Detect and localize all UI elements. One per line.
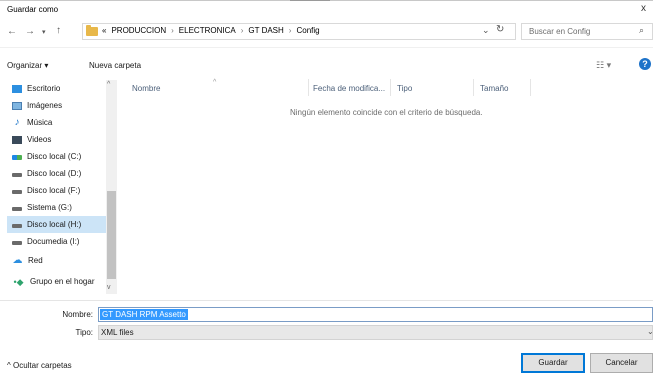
column-header-tipo[interactable]: Tipo	[397, 84, 412, 93]
nav-item-label: Escritorio	[27, 84, 61, 93]
nav-item-disco-h[interactable]: Disco local (H:)	[7, 216, 111, 233]
scroll-down-icon[interactable]: v	[107, 284, 111, 291]
folder-icon	[86, 25, 98, 36]
breadcrumb-separator-icon: ›	[240, 26, 244, 35]
chevron-down-icon[interactable]: ⌄	[647, 327, 653, 336]
view-options-icon[interactable]: ☷ ▾	[596, 60, 611, 71]
nav-item-label: Disco local (F:)	[27, 186, 81, 195]
save-button[interactable]: Guardar	[521, 353, 585, 373]
file-name-label: Nombre:	[62, 310, 93, 319]
breadcrumb-item-electronica[interactable]: ELECTRONICA	[179, 26, 236, 35]
nav-item-label: Sistema (G:)	[27, 203, 72, 212]
breadcrumb: « PRODUCCION › ELECTRONICA › GT DASH › C…	[102, 26, 320, 35]
column-divider[interactable]	[308, 79, 309, 96]
column-divider[interactable]	[530, 79, 531, 96]
disk-icon	[12, 207, 22, 211]
column-divider[interactable]	[390, 79, 391, 96]
nav-item-label: Videos	[27, 135, 52, 144]
refresh-icon[interactable]: ↻	[496, 24, 504, 35]
breadcrumb-overflow[interactable]: «	[102, 26, 106, 35]
file-type-select[interactable]	[98, 325, 653, 340]
column-header-tamano[interactable]: Tamaño	[480, 84, 508, 93]
title-bar-accent	[290, 0, 330, 1]
desktop-icon	[12, 84, 22, 93]
nav-item-label: Grupo en el hogar	[30, 277, 95, 286]
homegroup-icon: •◆	[13, 276, 24, 287]
up-folder-icon[interactable]: ↑	[56, 25, 61, 36]
search-icon[interactable]: ⌕	[639, 25, 644, 36]
nav-item-label: Red	[28, 256, 43, 265]
nav-item-label: Música	[27, 118, 53, 127]
nav-item-label: Disco local (H:)	[27, 220, 82, 229]
nav-item-label: Imágenes	[27, 101, 63, 110]
empty-folder-message: Ningún elemento coincide con el criterio…	[290, 108, 483, 117]
images-icon	[12, 101, 22, 110]
nav-item-escritorio[interactable]: Escritorio	[7, 80, 111, 97]
breadcrumb-separator-icon: ›	[288, 26, 292, 35]
network-icon: ☁	[12, 254, 23, 266]
sort-caret-icon: ^	[213, 79, 217, 86]
back-icon[interactable]: ←	[7, 26, 17, 37]
title-bar	[0, 0, 653, 22]
disk-icon	[12, 224, 22, 228]
nav-pane-scrollbar-thumb[interactable]	[107, 191, 116, 279]
nav-item-label: Disco local (C:)	[27, 152, 82, 161]
disk-icon	[12, 241, 22, 245]
column-divider[interactable]	[473, 79, 474, 96]
nav-item-label: Documedia (I:)	[27, 237, 80, 246]
nav-item-documedia-i[interactable]: Documedia (I:)	[7, 233, 111, 250]
nav-item-imagenes[interactable]: Imágenes	[7, 97, 111, 114]
breadcrumb-separator-icon: ›	[171, 26, 174, 35]
help-icon[interactable]: ?	[639, 58, 651, 70]
cancel-button[interactable]: Cancelar	[590, 353, 653, 373]
nav-item-disco-f[interactable]: Disco local (F:)	[7, 182, 111, 199]
breadcrumb-item-config[interactable]: Config	[296, 26, 319, 35]
nav-item-grupo-hogar[interactable]: •◆ Grupo en el hogar	[7, 273, 111, 290]
nav-item-red[interactable]: ☁ Red	[7, 252, 111, 269]
nav-item-sistema-g[interactable]: Sistema (G:)	[7, 199, 111, 216]
nav-item-disco-c[interactable]: Disco local (C:)	[7, 148, 111, 165]
forward-icon[interactable]: →	[25, 26, 35, 37]
navigation-pane: Escritorio Imágenes ♪ Música Videos Disc…	[7, 80, 118, 294]
breadcrumb-item-gt-dash[interactable]: GT DASH	[248, 26, 283, 35]
disk-icon	[12, 173, 22, 177]
organize-menu-button[interactable]: Organizar ▾	[7, 61, 48, 70]
recent-locations-chevron-icon[interactable]: ▾	[42, 28, 46, 36]
file-name-value[interactable]: GT DASH RPM Assetto	[100, 309, 188, 320]
window-title: Guardar como	[7, 5, 59, 14]
file-type-value: XML files	[101, 328, 134, 337]
file-type-label: Tipo:	[75, 328, 94, 337]
scroll-up-icon[interactable]: ^	[107, 81, 110, 88]
search-placeholder: Buscar en Config	[529, 27, 591, 36]
address-history-chevron-icon[interactable]: ⌄	[482, 25, 490, 36]
column-header-fecha[interactable]: Fecha de modifica...	[313, 84, 385, 93]
column-header-nombre[interactable]: Nombre	[132, 84, 160, 93]
toolbar-divider	[0, 47, 653, 48]
nav-item-videos[interactable]: Videos	[7, 131, 111, 148]
form-divider	[0, 300, 653, 301]
disk-c-icon	[12, 155, 22, 160]
nav-item-disco-d[interactable]: Disco local (D:)	[7, 165, 111, 182]
close-icon[interactable]: x	[641, 3, 646, 14]
music-icon: ♪	[14, 116, 20, 128]
videos-icon	[12, 135, 22, 144]
breadcrumb-item-produccion[interactable]: PRODUCCION	[111, 26, 166, 35]
hide-folders-button[interactable]: ^ Ocultar carpetas	[7, 361, 72, 370]
nav-item-musica[interactable]: ♪ Música	[7, 114, 111, 131]
disk-icon	[12, 190, 22, 194]
nav-item-label: Disco local (D:)	[27, 169, 82, 178]
new-folder-button[interactable]: Nueva carpeta	[89, 61, 141, 70]
